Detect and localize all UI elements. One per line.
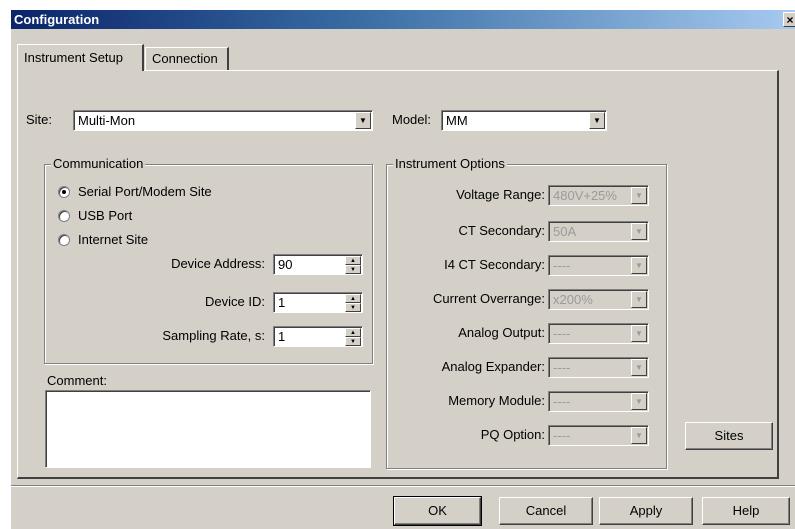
configuration-dialog: Configuration × Instrument Setup Connect… xyxy=(10,9,795,529)
device-address-stepper[interactable]: 90 ▲ ▼ xyxy=(273,254,363,275)
chevron-down-icon[interactable]: ▼ xyxy=(631,187,647,204)
cancel-button-label: Cancel xyxy=(525,503,567,518)
site-value: Multi-Mon xyxy=(78,113,136,128)
pq-option-label: PQ Option: xyxy=(480,427,545,442)
chevron-down-icon[interactable]: ▼ xyxy=(631,325,647,342)
analog-output-value: ---- xyxy=(553,326,571,341)
title-bar: Configuration × xyxy=(11,10,795,29)
comment-textarea[interactable] xyxy=(45,390,371,468)
chevron-down-icon[interactable]: ▼ xyxy=(631,427,647,444)
ct-secondary-dropdown[interactable]: 50A ▼ xyxy=(548,221,649,242)
spin-up-icon[interactable]: ▲ xyxy=(345,328,361,337)
site-label: Site: xyxy=(26,112,53,127)
sampling-rate-label: Sampling Rate, s: xyxy=(162,328,265,343)
separator xyxy=(11,485,795,487)
sites-button-label: Sites xyxy=(714,428,744,443)
device-address-value: 90 xyxy=(278,257,293,272)
radio-internet-site[interactable] xyxy=(58,234,70,246)
sampling-rate-stepper[interactable]: 1 ▲ ▼ xyxy=(273,326,363,347)
memory-module-dropdown[interactable]: ---- ▼ xyxy=(548,391,649,412)
window-title: Configuration xyxy=(14,12,100,27)
sampling-rate-value: 1 xyxy=(278,329,286,344)
device-id-value: 1 xyxy=(278,295,286,310)
current-overrange-dropdown[interactable]: x200% ▼ xyxy=(548,289,649,310)
i4-ct-secondary-value: ---- xyxy=(553,258,571,273)
chevron-down-icon[interactable]: ▼ xyxy=(355,112,371,129)
communication-title: Communication xyxy=(51,156,146,171)
chevron-down-icon[interactable]: ▼ xyxy=(631,359,647,376)
instrument-setup-panel: Site: Multi-Mon ▼ Model: MM ▼ Communicat… xyxy=(17,70,779,479)
analog-output-dropdown[interactable]: ---- ▼ xyxy=(548,323,649,344)
radio-usb-port[interactable] xyxy=(58,210,70,222)
model-dropdown[interactable]: MM ▼ xyxy=(441,110,607,131)
pq-option-dropdown[interactable]: ---- ▼ xyxy=(548,425,649,446)
i4-ct-secondary-dropdown[interactable]: ---- ▼ xyxy=(548,255,649,276)
voltage-range-label: Voltage Range: xyxy=(456,187,545,202)
i4-ct-secondary-label: I4 CT Secondary: xyxy=(444,257,545,272)
pq-option-value: ---- xyxy=(553,428,571,443)
analog-expander-value: ---- xyxy=(553,360,571,375)
comment-label: Comment: xyxy=(47,373,107,388)
ok-button-label: OK xyxy=(428,503,447,518)
model-value: MM xyxy=(446,113,468,128)
close-button[interactable]: × xyxy=(783,12,795,27)
chevron-down-icon[interactable]: ▼ xyxy=(631,257,647,274)
help-button[interactable]: Help xyxy=(702,497,790,525)
device-id-stepper[interactable]: 1 ▲ ▼ xyxy=(273,292,363,313)
current-overrange-value: x200% xyxy=(553,292,593,307)
internet-site-label: Internet Site xyxy=(78,232,149,247)
close-icon: × xyxy=(786,13,794,27)
radio-selected-dot xyxy=(62,190,66,194)
ct-secondary-value: 50A xyxy=(553,224,577,239)
model-label: Model: xyxy=(392,112,432,127)
serial-port-label: Serial Port/Modem Site xyxy=(78,184,212,199)
spin-down-icon[interactable]: ▼ xyxy=(345,265,361,274)
usb-port-label: USB Port xyxy=(78,208,133,223)
help-button-label: Help xyxy=(732,503,760,518)
memory-module-value: ---- xyxy=(553,394,571,409)
instrument-options-group: Instrument Options Voltage Range: 480V+2… xyxy=(386,156,667,469)
voltage-range-value: 480V+25% xyxy=(553,188,617,203)
analog-output-label: Analog Output: xyxy=(458,325,545,340)
spin-down-icon[interactable]: ▼ xyxy=(345,303,361,312)
instrument-options-title: Instrument Options xyxy=(393,156,507,171)
cancel-button[interactable]: Cancel xyxy=(499,497,593,525)
device-id-label: Device ID: xyxy=(205,294,265,309)
device-address-label: Device Address: xyxy=(171,256,265,271)
spin-down-icon[interactable]: ▼ xyxy=(345,337,361,346)
chevron-down-icon[interactable]: ▼ xyxy=(631,291,647,308)
current-overrange-label: Current Overrange: xyxy=(433,291,545,306)
analog-expander-label: Analog Expander: xyxy=(441,359,545,374)
tab-instrument-setup[interactable]: Instrument Setup xyxy=(17,44,144,71)
chevron-down-icon[interactable]: ▼ xyxy=(589,112,605,129)
tab-connection[interactable]: Connection xyxy=(145,47,229,70)
spin-up-icon[interactable]: ▲ xyxy=(345,294,361,303)
tab-label: Connection xyxy=(152,51,218,66)
sites-button[interactable]: Sites xyxy=(685,422,773,450)
chevron-down-icon[interactable]: ▼ xyxy=(631,223,647,240)
apply-button-label: Apply xyxy=(629,503,663,518)
voltage-range-dropdown[interactable]: 480V+25% ▼ xyxy=(548,185,649,206)
memory-module-label: Memory Module: xyxy=(448,393,545,408)
chevron-down-icon[interactable]: ▼ xyxy=(631,393,647,410)
apply-button[interactable]: Apply xyxy=(599,497,693,525)
ok-button[interactable]: OK xyxy=(393,496,482,526)
spin-up-icon[interactable]: ▲ xyxy=(345,256,361,265)
radio-serial-port[interactable] xyxy=(58,186,70,198)
site-dropdown[interactable]: Multi-Mon ▼ xyxy=(73,110,373,131)
tab-label: Instrument Setup xyxy=(24,50,123,65)
analog-expander-dropdown[interactable]: ---- ▼ xyxy=(548,357,649,378)
communication-group: Communication Serial Port/Modem Site USB… xyxy=(44,156,373,364)
ct-secondary-label: CT Secondary: xyxy=(458,223,545,238)
